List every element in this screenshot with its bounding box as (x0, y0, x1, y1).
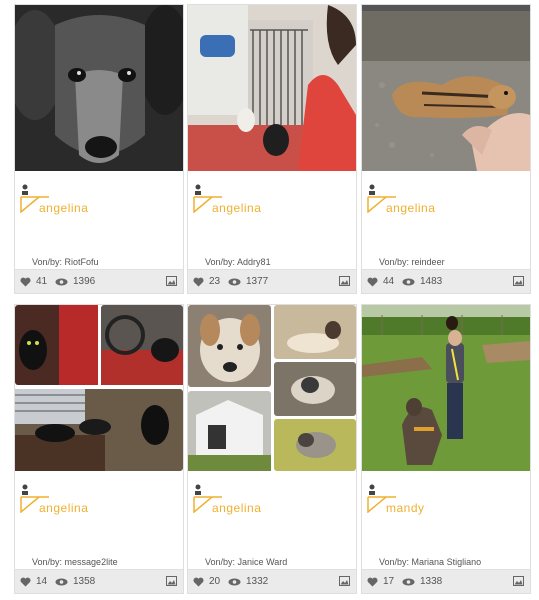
photo-card[interactable]: angelina Von/by: reindeer 44 1483 (361, 4, 531, 294)
stats-bar: 20 1332 (188, 569, 356, 593)
photo-card[interactable]: mandy Von/by: Mariana Stigliano 17 1338 (361, 304, 531, 594)
author-name[interactable]: RiotFofu (65, 257, 99, 267)
author-line: Von/by: RiotFofu (32, 257, 99, 267)
heart-icon (367, 577, 378, 586)
eye-icon (228, 278, 241, 285)
likes-stat[interactable]: 41 (20, 276, 47, 287)
eye-icon (55, 578, 68, 585)
views-stat: 1483 (402, 276, 442, 287)
likes-stat[interactable]: 20 (193, 576, 220, 587)
photo-card[interactable]: angelina Von/by: Addry81 23 1377 (187, 4, 357, 294)
author-name[interactable]: Mariana Stigliano (412, 557, 482, 567)
views-count: 1396 (73, 276, 96, 287)
eye-icon (228, 578, 241, 585)
photo-thumbnail[interactable] (15, 5, 183, 171)
photo-thumbnail[interactable] (362, 5, 530, 171)
author-line: Von/by: message2lite (32, 557, 118, 567)
username-link[interactable]: mandy (386, 501, 425, 515)
likes-stat[interactable]: 44 (367, 276, 394, 287)
eye-icon (402, 278, 415, 285)
author-prefix: Von/by: (32, 257, 63, 267)
author-name[interactable]: reindeer (412, 257, 445, 267)
author-prefix: Von/by: (379, 557, 410, 567)
photo-thumbnail[interactable] (362, 305, 530, 471)
views-count: 1483 (420, 276, 443, 287)
username-link[interactable]: angelina (39, 201, 88, 215)
views-stat: 1358 (55, 576, 95, 587)
image-icon[interactable] (166, 576, 177, 586)
author-prefix: Von/by: (32, 557, 63, 567)
image-icon[interactable] (339, 576, 350, 586)
author-name[interactable]: Addry81 (237, 257, 271, 267)
author-prefix: Von/by: (379, 257, 410, 267)
views-count: 1332 (246, 576, 269, 587)
views-stat: 1338 (402, 576, 442, 587)
stats-bar: 41 1396 (15, 269, 183, 293)
views-count: 1358 (73, 576, 96, 587)
author-prefix: Von/by: (205, 257, 236, 267)
likes-stat[interactable]: 14 (20, 576, 47, 587)
image-icon[interactable] (513, 276, 524, 286)
heart-icon (20, 577, 31, 586)
stats-bar: 44 1483 (362, 269, 530, 293)
likes-count: 23 (209, 276, 221, 287)
photo-thumbnail[interactable] (188, 5, 356, 171)
photo-card[interactable]: angelina Von/by: message2lite 14 1358 (14, 304, 184, 594)
likes-count: 41 (36, 276, 48, 287)
image-icon[interactable] (166, 276, 177, 286)
author-prefix: Von/by: (205, 557, 236, 567)
likes-count: 14 (36, 576, 48, 587)
views-count: 1338 (420, 576, 443, 587)
stats-bar: 23 1377 (188, 269, 356, 293)
views-stat: 1377 (228, 276, 268, 287)
heart-icon (367, 277, 378, 286)
heart-icon (193, 577, 204, 586)
username-link[interactable]: angelina (212, 201, 261, 215)
username-link[interactable]: angelina (39, 501, 88, 515)
likes-stat[interactable]: 17 (367, 576, 394, 587)
author-name[interactable]: Janice Ward (238, 557, 288, 567)
stats-bar: 14 1358 (15, 569, 183, 593)
author-line: Von/by: reindeer (379, 257, 445, 267)
author-line: Von/by: Mariana Stigliano (379, 557, 481, 567)
username-link[interactable]: angelina (386, 201, 435, 215)
username-link[interactable]: angelina (212, 501, 261, 515)
likes-stat[interactable]: 23 (193, 276, 220, 287)
image-icon[interactable] (339, 276, 350, 286)
likes-count: 17 (383, 576, 395, 587)
heart-icon (20, 277, 31, 286)
views-count: 1377 (246, 276, 269, 287)
author-line: Von/by: Addry81 (205, 257, 271, 267)
heart-icon (193, 277, 204, 286)
photo-thumbnail[interactable] (15, 305, 183, 471)
photo-card[interactable]: angelina Von/by: RiotFofu 41 1396 (14, 4, 184, 294)
stats-bar: 17 1338 (362, 569, 530, 593)
views-stat: 1396 (55, 276, 95, 287)
eye-icon (402, 578, 415, 585)
likes-count: 20 (209, 576, 221, 587)
author-name[interactable]: message2lite (65, 557, 118, 567)
image-icon[interactable] (513, 576, 524, 586)
photo-thumbnail[interactable] (188, 305, 356, 471)
photo-card[interactable]: angelina Von/by: Janice Ward 20 1332 (187, 304, 357, 594)
views-stat: 1332 (228, 576, 268, 587)
eye-icon (55, 278, 68, 285)
author-line: Von/by: Janice Ward (205, 557, 287, 567)
likes-count: 44 (383, 276, 395, 287)
